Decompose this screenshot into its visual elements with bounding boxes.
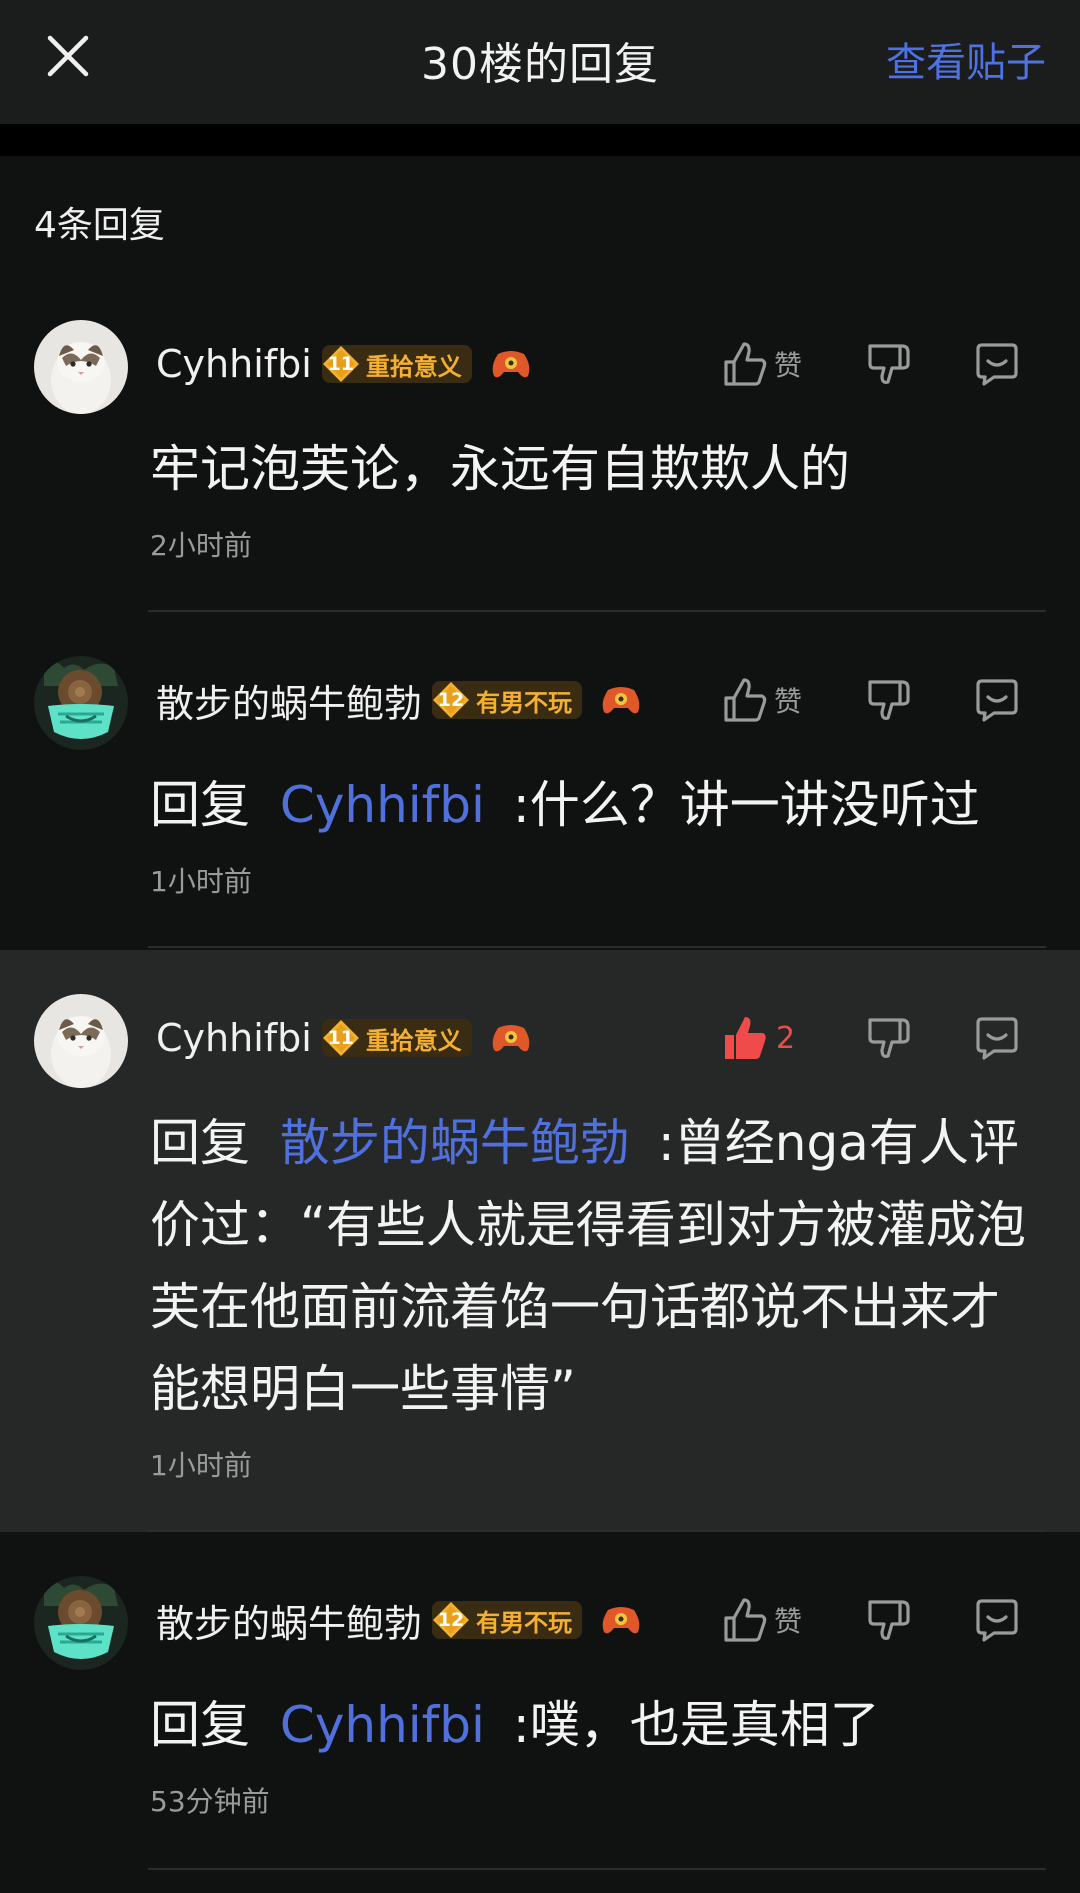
like-button[interactable]: 赞 <box>722 670 802 730</box>
divider <box>148 1530 1046 1532</box>
mention-link[interactable]: Cyhhifbi <box>280 1696 485 1754</box>
reply-item: 散步的蜗牛鲍勃 12 有男不玩 赞 <box>0 1556 1080 1893</box>
user-info: Cyhhifbi 11 重拾意义 <box>156 340 532 388</box>
reply-prefix: 回复 <box>150 1696 250 1754</box>
level-diamond-icon: 12 <box>432 681 470 719</box>
game-controller-icon <box>492 1025 530 1052</box>
avatar[interactable] <box>34 994 128 1088</box>
comment-button[interactable] <box>974 1008 1020 1068</box>
user-info: 散步的蜗牛鲍勃 12 有男不玩 <box>156 1596 642 1646</box>
comment-icon <box>976 1599 1018 1642</box>
reply-text: 牢记泡芙论，永远有自欺欺人的 <box>150 440 850 498</box>
level-badge: 11 重拾意义 <box>321 345 472 383</box>
like-button[interactable]: 2 <box>722 1008 795 1068</box>
game-controller-icon <box>602 1607 640 1634</box>
reply-time: 2小时前 <box>150 529 252 562</box>
reply-actions: 赞 <box>720 1590 1080 1650</box>
level-badge: 12 有男不玩 <box>432 1601 583 1639</box>
like-label: 赞 <box>774 349 803 382</box>
level-diamond-icon: 12 <box>432 1601 470 1639</box>
reply-actions: 赞 <box>720 670 1080 730</box>
comment-button[interactable] <box>974 334 1020 394</box>
level-title: 有男不玩 <box>476 688 573 717</box>
snail-avatar-icon <box>34 1576 128 1670</box>
divider <box>148 1868 1046 1870</box>
comment-icon <box>976 679 1018 722</box>
reply-content: 牢记泡芙论，永远有自欺欺人的 <box>150 428 1040 510</box>
thumb-down-icon <box>868 344 910 384</box>
user-info: Cyhhifbi 11 重拾意义 <box>156 1014 532 1062</box>
reply-time: 1小时前 <box>150 865 252 898</box>
divider-band <box>0 124 1080 156</box>
game-controller-icon <box>492 351 530 378</box>
dislike-button[interactable] <box>866 334 912 394</box>
reply-text: :噗，也是真相了 <box>512 1696 880 1754</box>
like-button[interactable]: 赞 <box>722 334 802 394</box>
mention-link[interactable]: Cyhhifbi <box>280 776 485 834</box>
reply-content: 回复 Cyhhifbi :噗，也是真相了 <box>150 1684 1040 1766</box>
dislike-button[interactable] <box>866 1590 912 1650</box>
cat-avatar-icon <box>34 994 128 1088</box>
reply-prefix: 回复 <box>150 776 250 834</box>
reply-count: 4条回复 <box>34 205 165 246</box>
like-button[interactable]: 赞 <box>722 1590 802 1650</box>
level-title: 重拾意义 <box>365 1026 462 1055</box>
reply-time: 53分钟前 <box>150 1785 270 1818</box>
user-info: 散步的蜗牛鲍勃 12 有男不玩 <box>156 676 642 726</box>
divider <box>148 946 1046 948</box>
snail-avatar-icon <box>34 656 128 750</box>
like-label: 赞 <box>774 685 803 718</box>
reply-content: 回复 散步的蜗牛鲍勃:曾经nga有人评价过：“有些人就是得看到对方被灌成泡芙在他… <box>150 1102 1040 1430</box>
like-label: 赞 <box>774 1605 803 1638</box>
reply-actions: 赞 <box>720 334 1080 394</box>
like-count: 2 <box>776 1020 796 1056</box>
thumb-up-filled-icon <box>725 1017 766 1059</box>
comment-button[interactable] <box>974 670 1020 730</box>
cat-avatar-icon <box>34 320 128 414</box>
username[interactable]: 散步的蜗牛鲍勃 <box>156 673 422 728</box>
reply-time: 1小时前 <box>150 1449 252 1482</box>
game-controller-icon <box>602 687 640 714</box>
level-title: 有男不玩 <box>476 1608 573 1637</box>
reply-item: Cyhhifbi 11 重拾意义 2 回复 散步的蜗牛鲍勃:曾经nga有人评价… <box>0 950 1080 1532</box>
reply-item: 散步的蜗牛鲍勃 12 有男不玩 赞 <box>0 636 1080 948</box>
view-post-link[interactable]: 查看贴子 <box>886 30 1046 88</box>
reply-actions: 2 <box>720 1008 1080 1068</box>
mention-link[interactable]: 散步的蜗牛鲍勃 <box>280 1114 630 1172</box>
username[interactable]: Cyhhifbi <box>156 1016 312 1060</box>
reply-content: 回复 Cyhhifbi :什么？讲一讲没听过 <box>150 764 1040 846</box>
avatar[interactable] <box>34 320 128 414</box>
comment-icon <box>976 1017 1018 1060</box>
avatar[interactable] <box>34 656 128 750</box>
level-badge: 11 重拾意义 <box>321 1019 472 1057</box>
top-bar: 30楼的回复 查看贴子 <box>0 0 1080 124</box>
level-badge: 12 有男不玩 <box>432 681 583 719</box>
thumb-up-icon <box>724 342 767 386</box>
level-diamond-icon: 11 <box>322 345 360 383</box>
username[interactable]: 散步的蜗牛鲍勃 <box>156 1593 422 1648</box>
comment-button[interactable] <box>974 1590 1020 1650</box>
thumb-up-icon <box>724 678 767 722</box>
dislike-button[interactable] <box>866 1008 912 1068</box>
level-title: 重拾意义 <box>365 352 462 381</box>
reply-prefix: 回复 <box>150 1114 250 1172</box>
username[interactable]: Cyhhifbi <box>156 342 312 386</box>
avatar[interactable] <box>34 1576 128 1670</box>
reply-text: :什么？讲一讲没听过 <box>512 776 980 834</box>
thumb-up-icon <box>724 1598 767 1642</box>
dislike-button[interactable] <box>866 670 912 730</box>
level-diamond-icon: 11 <box>322 1019 360 1057</box>
thumb-down-icon <box>868 680 910 720</box>
thumb-down-icon <box>868 1018 910 1058</box>
thumb-down-icon <box>868 1600 910 1640</box>
reply-item: Cyhhifbi 11 重拾意义 赞 牢记泡芙论，永远有自欺欺人的 2小时前 <box>0 300 1080 612</box>
divider <box>148 610 1046 612</box>
comment-icon <box>976 343 1018 386</box>
